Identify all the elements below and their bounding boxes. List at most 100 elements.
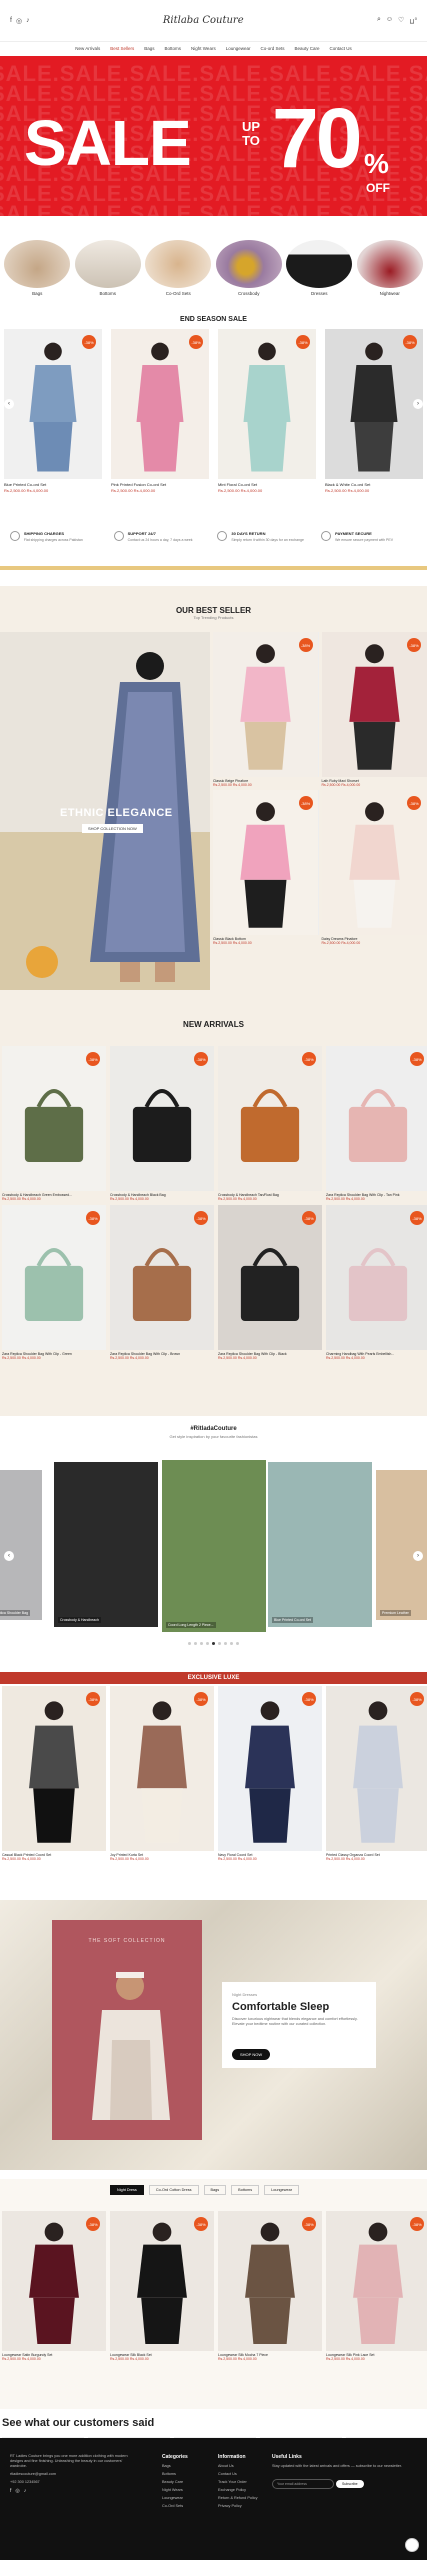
- product-image[interactable]: -38%: [218, 1205, 322, 1350]
- footer-phone[interactable]: +92 300 1234567: [10, 2480, 140, 2485]
- footer-link[interactable]: About Us: [218, 2464, 257, 2469]
- product-card[interactable]: -38% Blue Printed Co-ord Set Rs.2,500.00 R…: [4, 329, 102, 493]
- carousel-dot[interactable]: [212, 1642, 215, 1645]
- sale-banner[interactable]: SALE.SALE.SALE.SALE.SALE.SALE.SALE.SALE.…: [0, 56, 427, 216]
- product-image[interactable]: -38%: [213, 632, 319, 777]
- product-image[interactable]: -38%: [321, 790, 427, 935]
- carousel-dot[interactable]: [188, 1642, 191, 1645]
- category-dresses[interactable]: Dresses: [285, 240, 353, 296]
- footer-link[interactable]: Night Wears: [162, 2488, 188, 2493]
- next-arrow-icon[interactable]: ›: [413, 399, 423, 409]
- nav-item-new-arrivals[interactable]: New Arrivals: [75, 46, 100, 51]
- product-card[interactable]: -38% Pink Printed Fusion Co-ord Set Rs.2,5…: [111, 329, 209, 493]
- nav-item-beauty-care[interactable]: Beauty Care: [295, 46, 320, 51]
- carousel-dot[interactable]: [230, 1642, 233, 1645]
- product-image[interactable]: -38%: [2, 1046, 106, 1191]
- product-name[interactable]: Black & White Co-ord Set: [325, 482, 423, 487]
- next-arrow-icon[interactable]: ›: [413, 1551, 423, 1561]
- facebook-icon[interactable]: f: [10, 2488, 11, 2494]
- instagram-post[interactable]: Premium Leather: [376, 1470, 427, 1620]
- product-image[interactable]: -38%: [218, 1046, 322, 1191]
- product-card[interactable]: -38% Loungewear Silk Pink Lace Set Rs.2,50…: [326, 2211, 427, 2361]
- prev-arrow-icon[interactable]: ‹: [4, 399, 14, 409]
- prev-arrow-icon[interactable]: ‹: [4, 1551, 14, 1561]
- category-bottoms[interactable]: Bottoms: [74, 240, 142, 296]
- product-image[interactable]: -38%: [218, 1686, 322, 1851]
- product-card[interactable]: -38% Classic Black Bottom Rs.2,500.00 Rs.4…: [213, 790, 319, 945]
- carousel-dot[interactable]: [194, 1642, 197, 1645]
- product-card[interactable]: -38% Loungewear Silk Mocha 7 Piece Rs.2,50…: [218, 2211, 322, 2361]
- tab-bottoms[interactable]: Bottoms: [231, 2185, 260, 2195]
- category-nightwear[interactable]: Nightwear: [356, 240, 424, 296]
- product-card[interactable]: -38% Zara Replica Shoulder Bag With Clip …: [2, 1205, 106, 1360]
- product-image[interactable]: -38%: [111, 329, 209, 479]
- product-image[interactable]: -38%: [110, 1205, 214, 1350]
- carousel-dot[interactable]: [200, 1642, 203, 1645]
- tiktok-icon[interactable]: ♪: [26, 17, 30, 25]
- product-card[interactable]: -38% Crossbody & Handbeach Tan/Rust Bag Rs…: [218, 1046, 322, 1201]
- product-name[interactable]: Pink Printed Fusion Co-ord Set: [111, 482, 209, 487]
- product-card[interactable]: -38% Navy Floral Coord Set Rs.2,500.00 Rs.…: [218, 1686, 322, 1861]
- tab-loungewear[interactable]: Loungewear: [264, 2185, 300, 2195]
- product-card[interactable]: -38% Zara Replica Shoulder Bag With Clip …: [218, 1205, 322, 1360]
- instagram-post[interactable]: Zara Replica Shoulder Bag: [0, 1470, 42, 1620]
- footer-link[interactable]: Beauty Care: [162, 2480, 188, 2485]
- tiktok-icon[interactable]: ♪: [24, 2488, 27, 2494]
- product-card[interactable]: -38% Loungewear Silk Black Set Rs.2,500.00…: [110, 2211, 214, 2361]
- shop-now-button[interactable]: SHOP NOW: [232, 2049, 271, 2060]
- footer-link[interactable]: Loungewear: [162, 2496, 188, 2501]
- product-card[interactable]: -38% Zara Replica Shoulder Bag With Clip …: [110, 1205, 214, 1360]
- product-card[interactable]: -38% Joy Printed Kurta Set Rs.2,500.00 Rs.…: [110, 1686, 214, 1861]
- newsletter-email-input[interactable]: Your email address: [272, 2479, 334, 2489]
- nav-item-coord-sets[interactable]: Co-ord Sets: [260, 46, 284, 51]
- footer-link[interactable]: Bottoms: [162, 2472, 188, 2477]
- product-image[interactable]: -38%: [321, 632, 427, 777]
- instagram-post[interactable]: Coord Long Length 2 Piece...: [162, 1460, 266, 1632]
- nav-item-bags[interactable]: Bags: [144, 46, 154, 51]
- category-bags[interactable]: Bags: [3, 240, 71, 296]
- search-icon[interactable]: ⌕: [377, 16, 381, 25]
- tab-bags[interactable]: Bags: [203, 2185, 227, 2195]
- product-image[interactable]: -38%: [2, 2211, 106, 2351]
- product-card[interactable]: -38% Crossbody & Handbeach Black Bag Rs.2,…: [110, 1046, 214, 1201]
- product-name[interactable]: Blue Printed Co-ord Set: [4, 482, 102, 487]
- product-image[interactable]: -38%: [326, 1205, 427, 1350]
- account-icon[interactable]: ☺: [386, 16, 393, 25]
- carousel-dot[interactable]: [224, 1642, 227, 1645]
- product-card[interactable]: -38% Daisy Dreams Pinafore Rs.2,500.00 Rs.…: [321, 790, 427, 945]
- subscribe-button[interactable]: Subscribe: [336, 2480, 364, 2488]
- hero-button[interactable]: SHOP COLLECTION NOW: [82, 824, 143, 833]
- footer-link[interactable]: Contact Us: [218, 2472, 257, 2477]
- product-image[interactable]: -38%: [325, 329, 423, 479]
- instagram-icon[interactable]: ◎: [15, 2488, 19, 2494]
- nav-item-bottoms[interactable]: Bottoms: [165, 46, 182, 51]
- product-image[interactable]: -38%: [2, 1205, 106, 1350]
- footer-link[interactable]: Track Your Order: [218, 2480, 257, 2485]
- product-card[interactable]: -38% Charming Handbag With Pearls Embelli…: [326, 1205, 427, 1360]
- product-card[interactable]: -38% Lath Ruby Maxi Shorset Rs.2,500.00 Rs…: [321, 632, 427, 787]
- tab-coord-cotton[interactable]: Co-Ord Cotton Dress: [148, 2185, 199, 2195]
- product-card[interactable]: -38% Casual Black Printed Coord Set Rs.2,5…: [2, 1686, 106, 1861]
- footer-link[interactable]: Bags: [162, 2464, 188, 2469]
- product-card[interactable]: -38% Zara Replica Shoulder Bag With Clip …: [326, 1046, 427, 1201]
- facebook-icon[interactable]: f: [10, 17, 12, 25]
- chat-icon[interactable]: [405, 2538, 419, 2552]
- footer-link[interactable]: Co-Ord Sets: [162, 2504, 188, 2509]
- carousel-dot[interactable]: [236, 1642, 239, 1645]
- footer-link[interactable]: Exchange Policy: [218, 2488, 257, 2493]
- product-image[interactable]: -38%: [110, 2211, 214, 2351]
- logo[interactable]: Ritlaba Couture: [163, 15, 244, 26]
- product-image[interactable]: -38%: [2, 1686, 106, 1851]
- carousel-dot[interactable]: [218, 1642, 221, 1645]
- product-image[interactable]: -38%: [110, 1046, 214, 1191]
- wishlist-icon[interactable]: ♡: [398, 16, 404, 25]
- product-image[interactable]: -38%: [218, 2211, 322, 2351]
- category-coord-sets[interactable]: Co-Ord Sets: [144, 240, 212, 296]
- product-name[interactable]: Mint Floral Co-ord Set: [218, 482, 316, 487]
- product-card[interactable]: -38% Loungewear Satin Burgundy Set Rs.2,50…: [2, 2211, 106, 2361]
- product-image[interactable]: -38%: [326, 1046, 427, 1191]
- product-image[interactable]: -38%: [213, 790, 319, 935]
- product-card[interactable]: -38% Mint Floral Co-ord Set Rs.2,500.00 Rs…: [218, 329, 316, 493]
- product-image[interactable]: -38%: [110, 1686, 214, 1851]
- product-card[interactable]: -38% Black & White Co-ord Set Rs.2,500.00 …: [325, 329, 423, 493]
